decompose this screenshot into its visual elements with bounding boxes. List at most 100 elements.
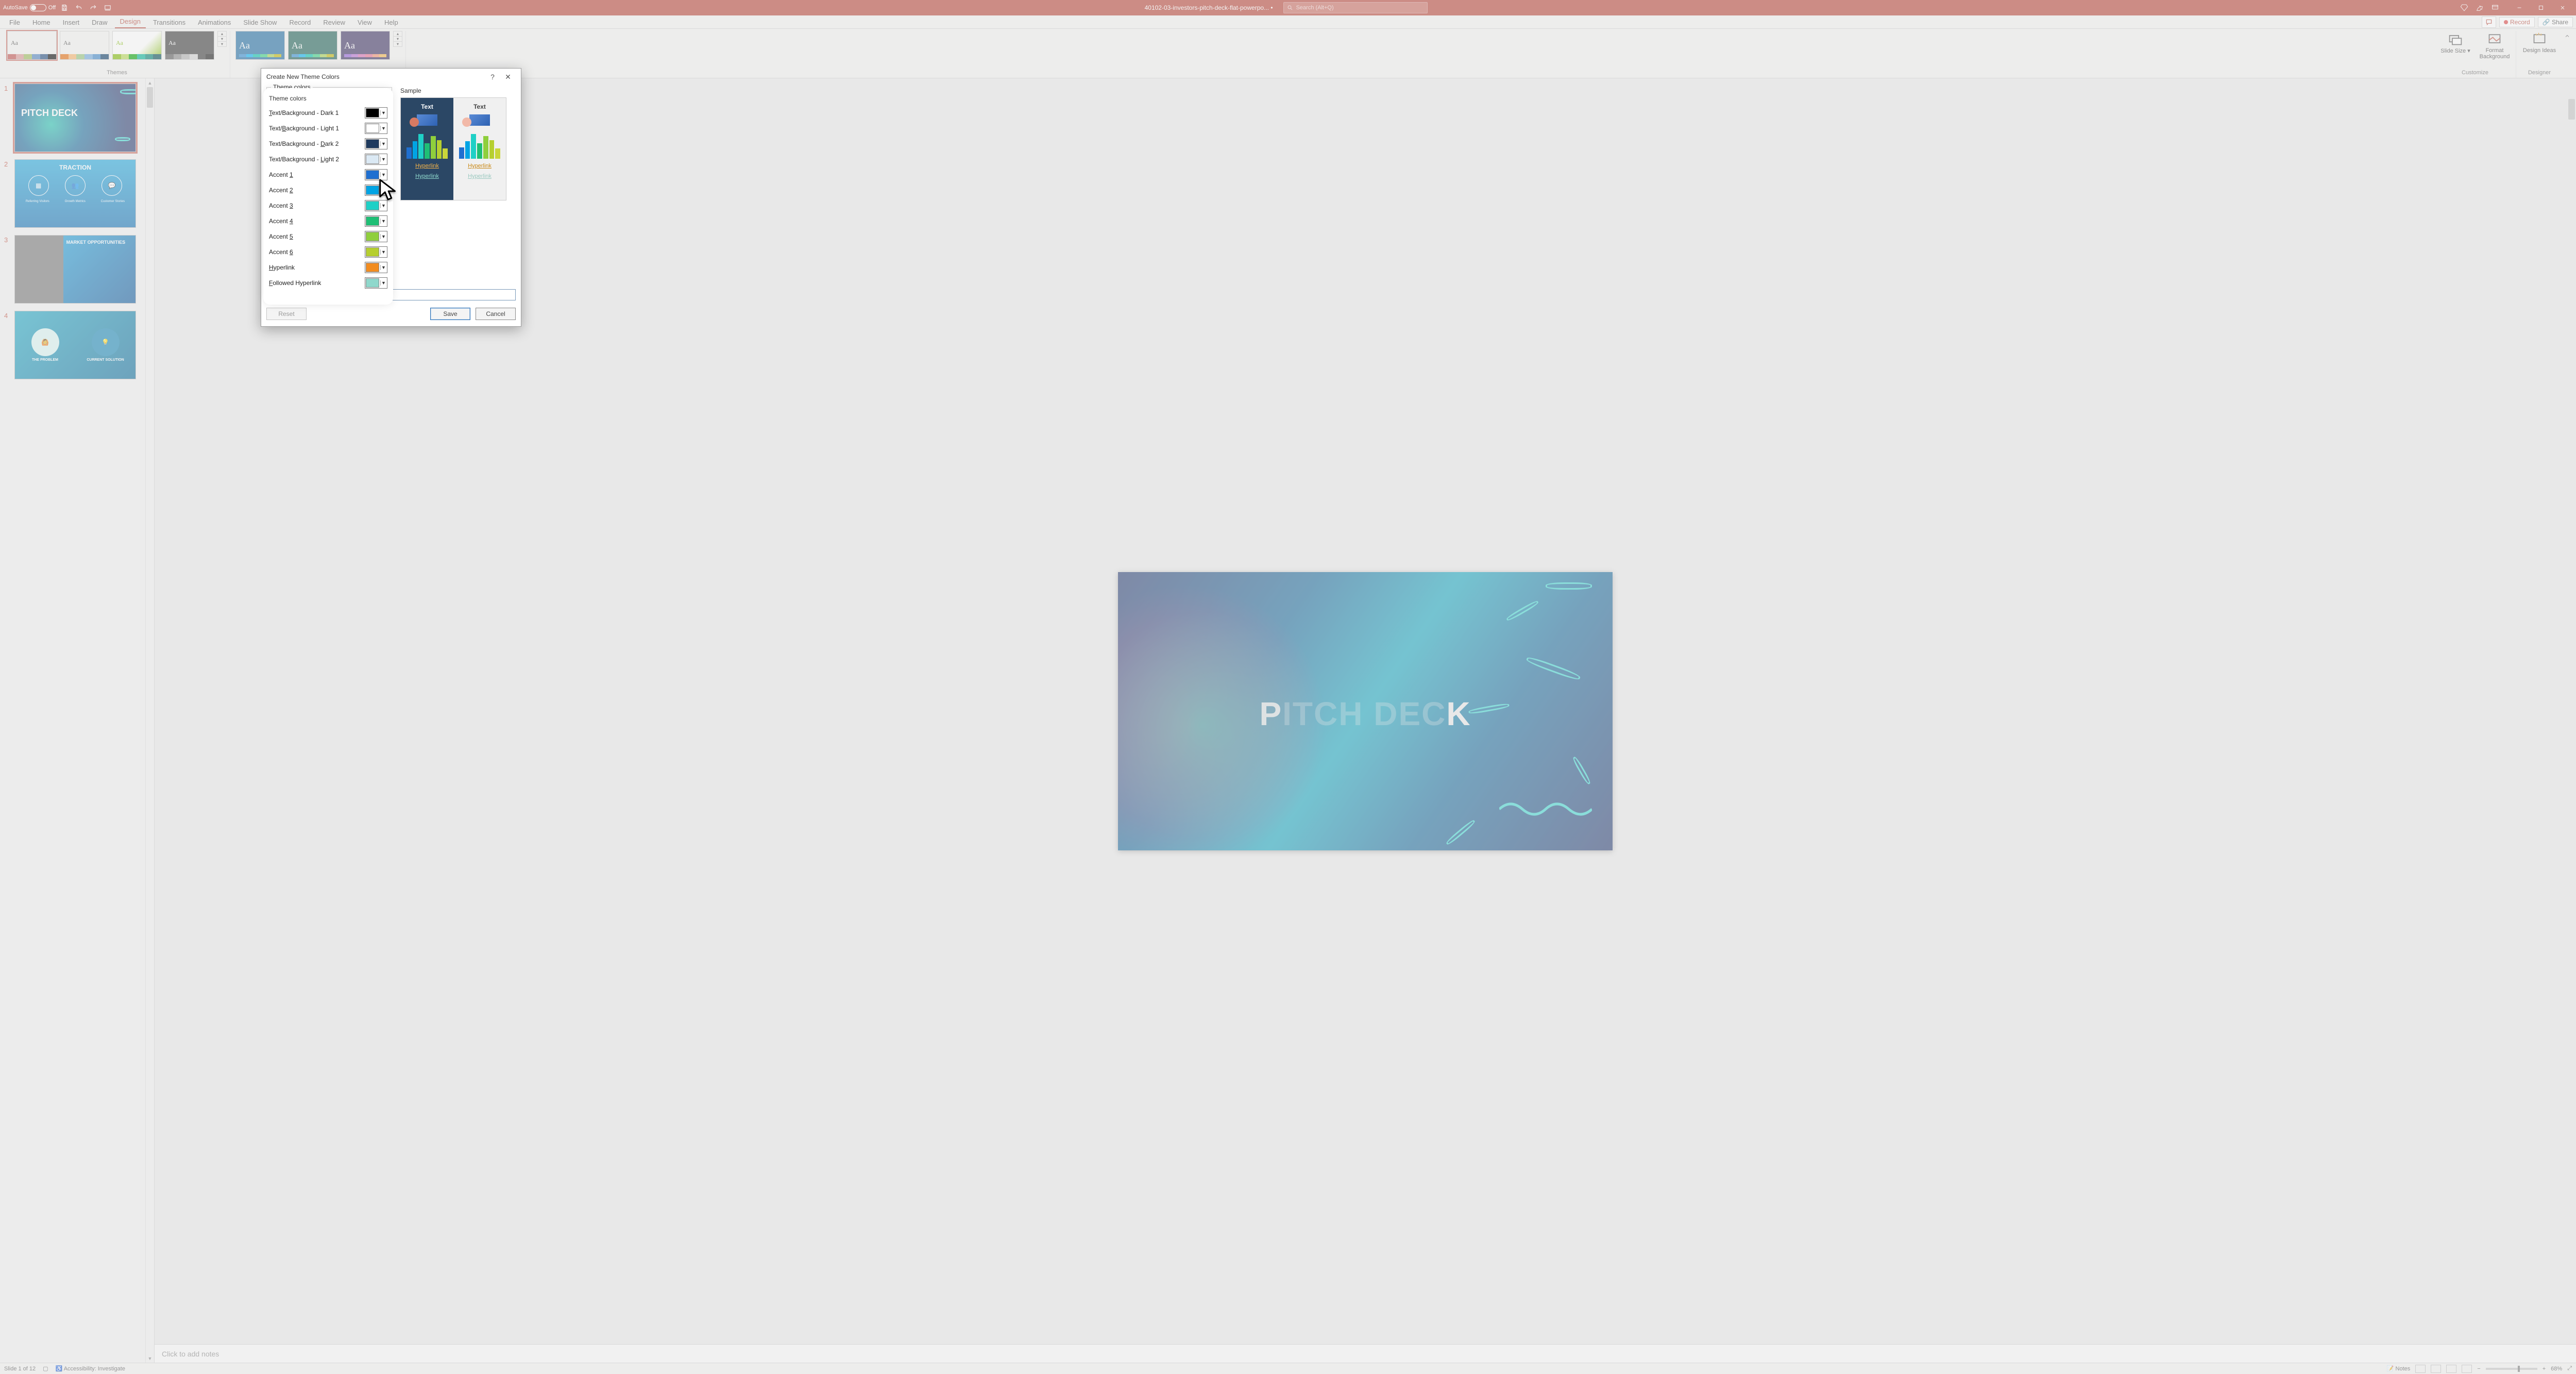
dialog-titlebar[interactable]: Create New Theme Colors ? ✕ [261, 69, 521, 85]
scroll-down-icon[interactable]: ▼ [146, 1354, 154, 1363]
chevron-down-icon: ▼ [380, 203, 386, 208]
theme-thumbnail[interactable]: Aa [165, 31, 214, 60]
slide-thumbnail-1[interactable]: PITCH DECK [14, 83, 136, 152]
search-icon [1287, 5, 1293, 11]
theme-color-swatch-7[interactable]: ▼ [365, 215, 387, 227]
scroll-up-icon[interactable]: ▲ [146, 78, 154, 87]
sample-text-dark: Text [421, 103, 433, 110]
ribbon-tab-design[interactable]: Design [115, 15, 146, 28]
ribbon-tab-draw[interactable]: Draw [87, 16, 112, 28]
ribbon-tab-record[interactable]: Record [284, 16, 316, 28]
autosave-label: AutoSave [3, 5, 28, 11]
design-ideas-button[interactable]: Design Ideas [2521, 31, 2557, 54]
theme-color-swatch-6[interactable]: ▼ [365, 200, 387, 211]
status-notes[interactable]: 📝 Notes [2387, 1365, 2411, 1372]
theme-color-swatch-3[interactable]: ▼ [365, 154, 387, 165]
theme-color-row: Text/Background - Light 1▼ [269, 121, 387, 136]
redo-icon[interactable] [88, 2, 99, 13]
collapse-ribbon-button[interactable] [2563, 31, 2572, 78]
search-box[interactable]: Search (Alt+Q) [1283, 2, 1428, 13]
ribbon-tab-help[interactable]: Help [379, 16, 403, 28]
ribbon-tab-view[interactable]: View [352, 16, 377, 28]
theme-thumbnail[interactable]: Aa [7, 31, 57, 60]
zoom-value[interactable]: 68% [2551, 1366, 2562, 1372]
themes-gallery[interactable]: AaAaAaAa▴▾▾ [7, 31, 227, 70]
theme-color-label: Accent 3 [269, 202, 361, 209]
ribbon-tab-insert[interactable]: Insert [58, 16, 85, 28]
ribbon-tab-animations[interactable]: Animations [193, 16, 236, 28]
ribbon-tab-review[interactable]: Review [318, 16, 350, 28]
ribbon-tab-transitions[interactable]: Transitions [148, 16, 191, 28]
minimize-icon[interactable] [2509, 2, 2530, 13]
slide-canvas[interactable]: PITCH DECK [1118, 572, 1613, 850]
comments-button[interactable] [2482, 16, 2496, 28]
sample-fieldset: Sample Text Hyperlink Hyperlink Text Hyp… [398, 87, 516, 282]
coming-soon-icon[interactable] [2474, 2, 2485, 13]
canvas-scrollbar[interactable] [2567, 83, 2576, 1339]
ribbon-tab-home[interactable]: Home [27, 16, 56, 28]
scroll-handle[interactable] [147, 87, 153, 108]
themes-more-button[interactable]: ▴▾▾ [217, 31, 227, 47]
theme-color-swatch-0[interactable]: ▼ [365, 107, 387, 119]
format-background-button[interactable]: Format Background [2477, 31, 2513, 60]
slide-thumbnail-panel[interactable]: 1 PITCH DECK 2 TRACTION ▦ 👥 💬 Referring … [0, 78, 155, 1363]
design-ideas-label: Design Ideas [2523, 47, 2556, 54]
close-icon[interactable] [2552, 2, 2573, 13]
slide-thumbnail-4[interactable]: 🙆 THE PROBLEM 💡 CURRENT SOLUTION [14, 311, 136, 379]
diamond-icon[interactable] [2459, 2, 2470, 13]
theme-thumbnail[interactable]: Aa [60, 31, 109, 60]
theme-color-swatch-11[interactable]: ▼ [365, 277, 387, 289]
variant-thumbnail[interactable]: Aa [288, 31, 337, 60]
zoom-slider[interactable] [2486, 1368, 2537, 1370]
themes-group-label: Themes [7, 70, 227, 77]
variants-more-button[interactable]: ▴▾▾ [393, 31, 402, 47]
record-button[interactable]: Record [2499, 17, 2535, 27]
theme-color-swatch-1[interactable]: ▼ [365, 123, 387, 134]
theme-thumbnail[interactable]: Aa [112, 31, 162, 60]
notes-placeholder: Click to add notes [162, 1350, 219, 1358]
people-icon: 👥 [65, 175, 86, 196]
status-slide[interactable]: Slide 1 of 12 [4, 1366, 36, 1372]
save-icon[interactable] [59, 2, 70, 13]
thumb-title: MARKET OPPORTUNITIES [66, 240, 126, 245]
fit-to-window-icon[interactable]: ⤢ [2567, 1365, 2572, 1372]
notes-pane[interactable]: Click to add notes [155, 1344, 2576, 1363]
theme-color-swatch-10[interactable]: ▼ [365, 262, 387, 273]
save-button[interactable]: Save [430, 308, 470, 320]
theme-colors-legend-highlight: Theme colors [269, 95, 387, 102]
undo-icon[interactable] [73, 2, 84, 13]
ribbon-tab-file[interactable]: File [4, 16, 25, 28]
share-button[interactable]: 🔗 Share [2538, 17, 2573, 27]
maximize-icon[interactable] [2531, 2, 2551, 13]
zoom-out-icon[interactable]: − [2477, 1366, 2480, 1372]
variant-thumbnail[interactable]: Aa [235, 31, 285, 60]
document-name[interactable]: 40102-03-investors-pitch-deck-flat-power… [1145, 4, 1273, 11]
view-normal-icon[interactable] [2415, 1365, 2426, 1373]
dialog-close-icon[interactable]: ✕ [500, 73, 516, 81]
start-from-beginning-icon[interactable] [102, 2, 113, 13]
zoom-in-icon[interactable]: + [2543, 1366, 2546, 1372]
cancel-button[interactable]: Cancel [476, 308, 516, 320]
slide-size-button[interactable]: Slide Size ▾ [2437, 31, 2473, 54]
ribbon-tab-slide-show[interactable]: Slide Show [238, 16, 282, 28]
thumbnail-scrollbar[interactable]: ▲ ▼ [145, 78, 154, 1363]
view-sorter-icon[interactable] [2431, 1365, 2441, 1373]
variant-thumbnail[interactable]: Aa [341, 31, 390, 60]
theme-color-swatch-9[interactable]: ▼ [365, 246, 387, 258]
status-lang-icon[interactable]: ▢ [43, 1365, 48, 1372]
theme-color-swatch-2[interactable]: ▼ [365, 138, 387, 149]
variants-gallery[interactable]: AaAaAa▴▾▾ [235, 31, 402, 70]
status-accessibility[interactable]: ♿ Accessibility: Investigate [56, 1365, 125, 1372]
slide-thumbnail-2[interactable]: TRACTION ▦ 👥 💬 Referring Visitors Growth… [14, 159, 136, 228]
dialog-help-icon[interactable]: ? [485, 73, 500, 81]
chevron-down-icon: ▼ [380, 172, 386, 177]
theme-color-swatch-8[interactable]: ▼ [365, 231, 387, 242]
slide-title: PITCH DECK [1118, 695, 1613, 733]
theme-color-row: Followed Hyperlink▼ [269, 275, 387, 291]
autosave-toggle[interactable]: AutoSave Off [3, 4, 56, 11]
ribbon-mode-icon[interactable] [2489, 2, 2501, 13]
reset-button[interactable]: Reset [266, 308, 307, 320]
view-slideshow-icon[interactable] [2462, 1365, 2472, 1373]
view-reading-icon[interactable] [2446, 1365, 2456, 1373]
slide-thumbnail-3[interactable]: MARKET OPPORTUNITIES [14, 235, 136, 304]
